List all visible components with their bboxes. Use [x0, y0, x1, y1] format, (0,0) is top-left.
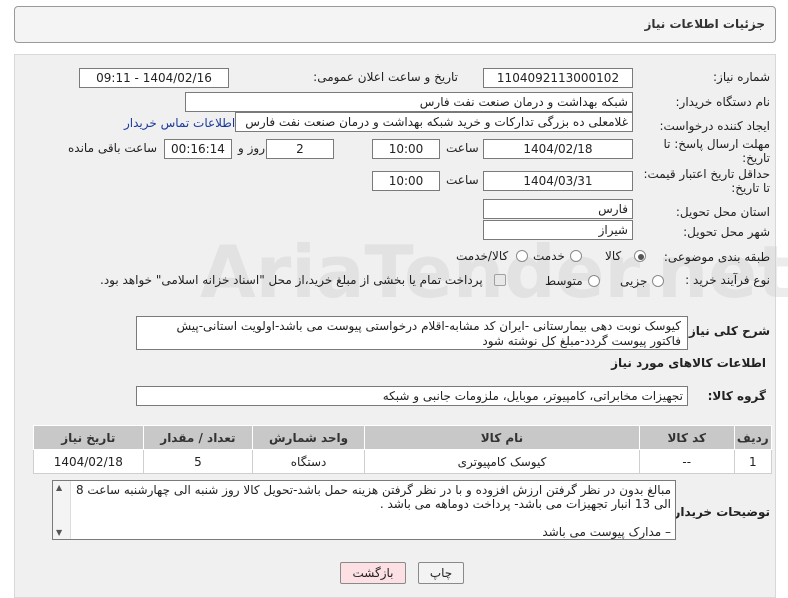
process-radio-minor[interactable]	[652, 275, 664, 287]
buyer-org-field[interactable]: شبکه بهداشت و درمان صنعت نفت فارس	[185, 92, 633, 112]
page-header: جزئیات اطلاعات نیاز	[14, 6, 776, 43]
cell-quantity: 5	[142, 449, 254, 474]
price-valid-time-field[interactable]: 10:00	[372, 171, 440, 191]
treasury-checkbox[interactable]	[494, 274, 506, 286]
category-option-goods-service: کالا/خدمت	[456, 249, 509, 263]
buyer-contact-link[interactable]: اطلاعات تماس خریدار	[124, 116, 235, 130]
process-label: نوع فرآیند خرید :	[685, 273, 770, 287]
buyer-notes-textarea[interactable]: ▲ ▼ مبالغ بدون در نظر گرفتن ارزش افزوده …	[52, 480, 676, 540]
goods-section-title: اطلاعات کالاهای مورد نیاز	[611, 356, 766, 370]
deadline-label: مهلت ارسال پاسخ: تا	[663, 137, 770, 151]
category-radio-goods[interactable]	[634, 250, 646, 262]
city-label: شهر محل تحویل:	[683, 225, 770, 239]
goods-group-field[interactable]: تجهیزات مخابراتی، کامپیوتر، موبایل، ملزو…	[136, 386, 688, 406]
goods-table: ردیف کد کالا نام کالا واحد شمارش تعداد /…	[33, 425, 773, 474]
cell-unit: دستگاه	[252, 449, 365, 474]
page-title: جزئیات اطلاعات نیاز	[644, 17, 765, 31]
days-label: روز و	[238, 141, 265, 155]
col-name: نام کالا	[363, 425, 640, 450]
announce-field[interactable]: 1404/02/16 - 09:11	[79, 68, 229, 88]
scroll-down-icon[interactable]: ▼	[56, 528, 62, 537]
notes-line: الی 13 انبار تجهیزات می باشد- پرداخت دوم…	[379, 497, 671, 511]
process-radio-medium[interactable]	[588, 275, 600, 287]
deadline-date-field[interactable]: 1404/02/18	[483, 139, 633, 159]
notes-scrollbar[interactable]: ▲ ▼	[53, 481, 71, 539]
creator-label: ایجاد کننده درخواست:	[659, 119, 770, 133]
treasury-note: پرداخت تمام یا بخشی از مبلغ خرید،از محل …	[100, 273, 483, 287]
price-valid-date-field[interactable]: 1404/03/31	[483, 171, 633, 191]
category-radio-service[interactable]	[570, 250, 582, 262]
remaining-label: ساعت باقی مانده	[68, 141, 158, 155]
announce-label: تاریخ و ساعت اعلان عمومی:	[313, 70, 458, 84]
table-row: 1 -- کیوسک کامپیوتری دستگاه 5 1404/02/18	[33, 449, 773, 474]
category-option-service: خدمت	[533, 249, 565, 263]
category-label: طبقه بندی موضوعی:	[663, 250, 770, 264]
buyer-notes-label: توضیحات خریدار:	[668, 505, 770, 519]
col-code: کد کالا	[638, 425, 735, 450]
city-field[interactable]: شیراز	[483, 220, 633, 240]
goods-group-label: گروه کالا:	[707, 389, 766, 403]
cell-row: 1	[733, 449, 773, 474]
province-label: استان محل تحویل:	[675, 205, 770, 219]
col-date: تاریخ نیاز	[33, 425, 144, 450]
goods-table-header: ردیف کد کالا نام کالا واحد شمارش تعداد /…	[33, 425, 773, 450]
buyer-org-label: نام دستگاه خریدار:	[675, 95, 771, 109]
price-valid-time-label: ساعت	[446, 173, 479, 187]
deadline-time-field[interactable]: 10:00	[372, 139, 440, 159]
scroll-up-icon[interactable]: ▲	[56, 483, 62, 492]
process-option-medium: متوسط	[545, 274, 583, 288]
need-number-field[interactable]: 1104092113000102	[483, 68, 633, 88]
category-option-goods: کالا	[605, 249, 622, 263]
price-valid-label-date: تا تاریخ:	[731, 181, 770, 195]
col-unit: واحد شمارش	[252, 425, 365, 450]
notes-line: مبالغ بدون در نظر گرفتن ارزش افزوده و با…	[75, 483, 671, 497]
remaining-time-field[interactable]: 00:16:14	[164, 139, 232, 159]
price-valid-label: حداقل تاریخ اعتبار قیمت:	[643, 167, 770, 181]
cell-code: --	[638, 449, 735, 474]
deadline-time-label: ساعت	[446, 141, 479, 155]
province-field[interactable]: فارس	[483, 199, 633, 219]
print-button[interactable]: چاپ	[418, 562, 464, 584]
notes-line	[75, 511, 671, 525]
deadline-label-date: تاریخ:	[742, 151, 770, 165]
cell-name: کیوسک کامپیوتری	[363, 449, 640, 474]
col-quantity: تعداد / مقدار	[142, 425, 254, 450]
back-button[interactable]: بازگشت	[340, 562, 406, 584]
days-field[interactable]: 2	[266, 139, 334, 159]
need-number-label: شماره نیاز:	[713, 70, 770, 84]
notes-line: – مدارک پیوست می باشد	[542, 525, 671, 539]
description-label: شرح کلی نیاز:	[684, 324, 770, 338]
creator-field[interactable]: غلامعلی ده بزرگی تدارکات و خرید شبکه بهد…	[235, 112, 633, 132]
process-option-minor: جزیی	[620, 274, 648, 288]
category-radio-goods-service[interactable]	[516, 250, 528, 262]
col-row: ردیف	[733, 425, 773, 450]
cell-date: 1404/02/18	[33, 449, 144, 474]
description-textarea[interactable]: کیوسک نوبت دهی بیمارستانی -ایران کد مشاب…	[136, 316, 688, 350]
